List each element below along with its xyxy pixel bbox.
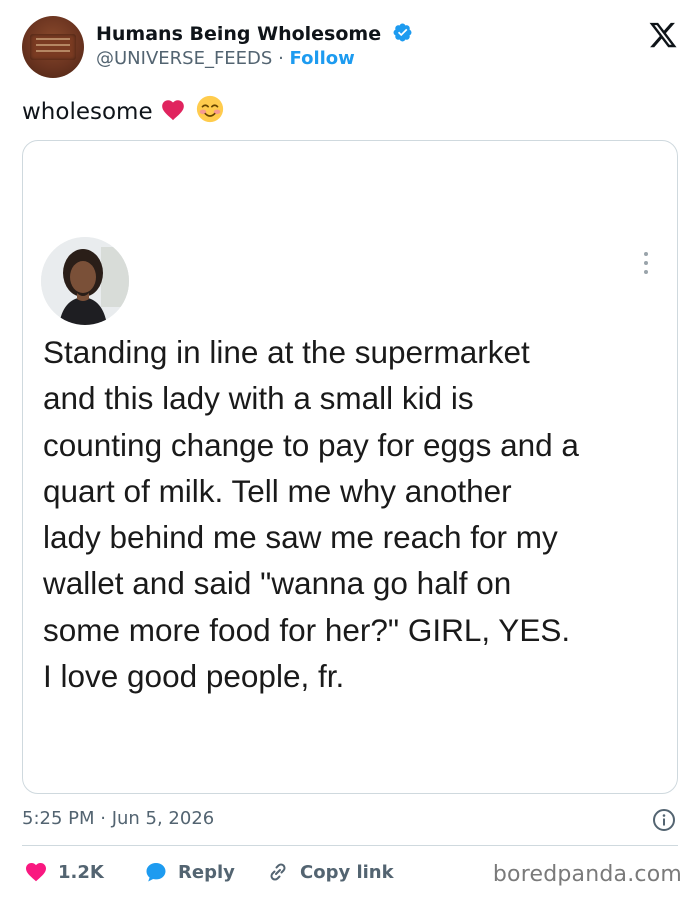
like-count: 1.2K bbox=[58, 861, 104, 883]
author-name[interactable]: Humans Being Wholesome bbox=[96, 22, 413, 45]
reply-bubble-icon bbox=[146, 863, 166, 882]
x-logo-icon[interactable] bbox=[648, 20, 678, 50]
like-button[interactable]: 1.2K bbox=[24, 858, 104, 886]
separator-dot: · bbox=[278, 48, 284, 69]
author-handle-row: @UNIVERSE_FEEDS · Follow bbox=[96, 48, 355, 70]
embedded-post-text: Standing in line at the supermarket and … bbox=[43, 329, 673, 699]
embedded-post-line: lady behind me saw me reach for my bbox=[43, 519, 558, 556]
post-timestamp[interactable]: 5:25 PM · Jun 5, 2026 bbox=[22, 808, 214, 830]
reply-button[interactable]: Reply bbox=[144, 858, 235, 886]
more-options-icon bbox=[644, 252, 648, 274]
tweet-header: Humans Being Wholesome @UNIVERSE_FEEDS ·… bbox=[22, 16, 682, 78]
embedded-post-line: counting change to pay for eggs and a bbox=[43, 426, 579, 463]
avatar-plaque-image bbox=[30, 34, 76, 60]
info-icon[interactable] bbox=[652, 808, 676, 832]
divider bbox=[22, 845, 678, 846]
smiling-face-emoji-icon bbox=[197, 95, 224, 123]
embedded-post-line: Standing in line at the supermarket bbox=[43, 334, 530, 370]
reply-label: Reply bbox=[178, 861, 235, 883]
red-heart-emoji-icon bbox=[162, 100, 184, 121]
embedded-post-line: quart of milk. Tell me why another bbox=[43, 472, 512, 509]
person-photo-icon bbox=[41, 237, 129, 325]
author-display-name[interactable]: Humans Being Wholesome bbox=[96, 23, 381, 45]
tweet-text: wholesome bbox=[22, 94, 225, 126]
verified-badge-icon bbox=[393, 23, 412, 42]
boredpanda-watermark: boredpanda.com bbox=[492, 862, 682, 887]
copy-link-label: Copy link bbox=[300, 861, 394, 883]
embedded-post-line: and this lady with a small kid is bbox=[43, 380, 474, 417]
embedded-post-line: some more food for her?" GIRL, YES. bbox=[43, 611, 571, 648]
author-avatar[interactable] bbox=[22, 16, 84, 78]
embedded-post-line: wallet and said "wanna go half on bbox=[43, 565, 512, 602]
heart-icon bbox=[26, 863, 46, 882]
embedded-post-image[interactable]: Standing in line at the supermarket and … bbox=[22, 140, 678, 794]
tweet-text-body: wholesome bbox=[22, 99, 153, 125]
link-icon bbox=[270, 863, 286, 881]
embedded-post-line: I love good people, fr. bbox=[43, 658, 345, 695]
author-handle[interactable]: @UNIVERSE_FEEDS bbox=[96, 48, 272, 69]
copy-link-button[interactable]: Copy link bbox=[266, 858, 394, 886]
follow-button[interactable]: Follow bbox=[290, 48, 355, 69]
embedded-post-avatar bbox=[41, 237, 129, 325]
